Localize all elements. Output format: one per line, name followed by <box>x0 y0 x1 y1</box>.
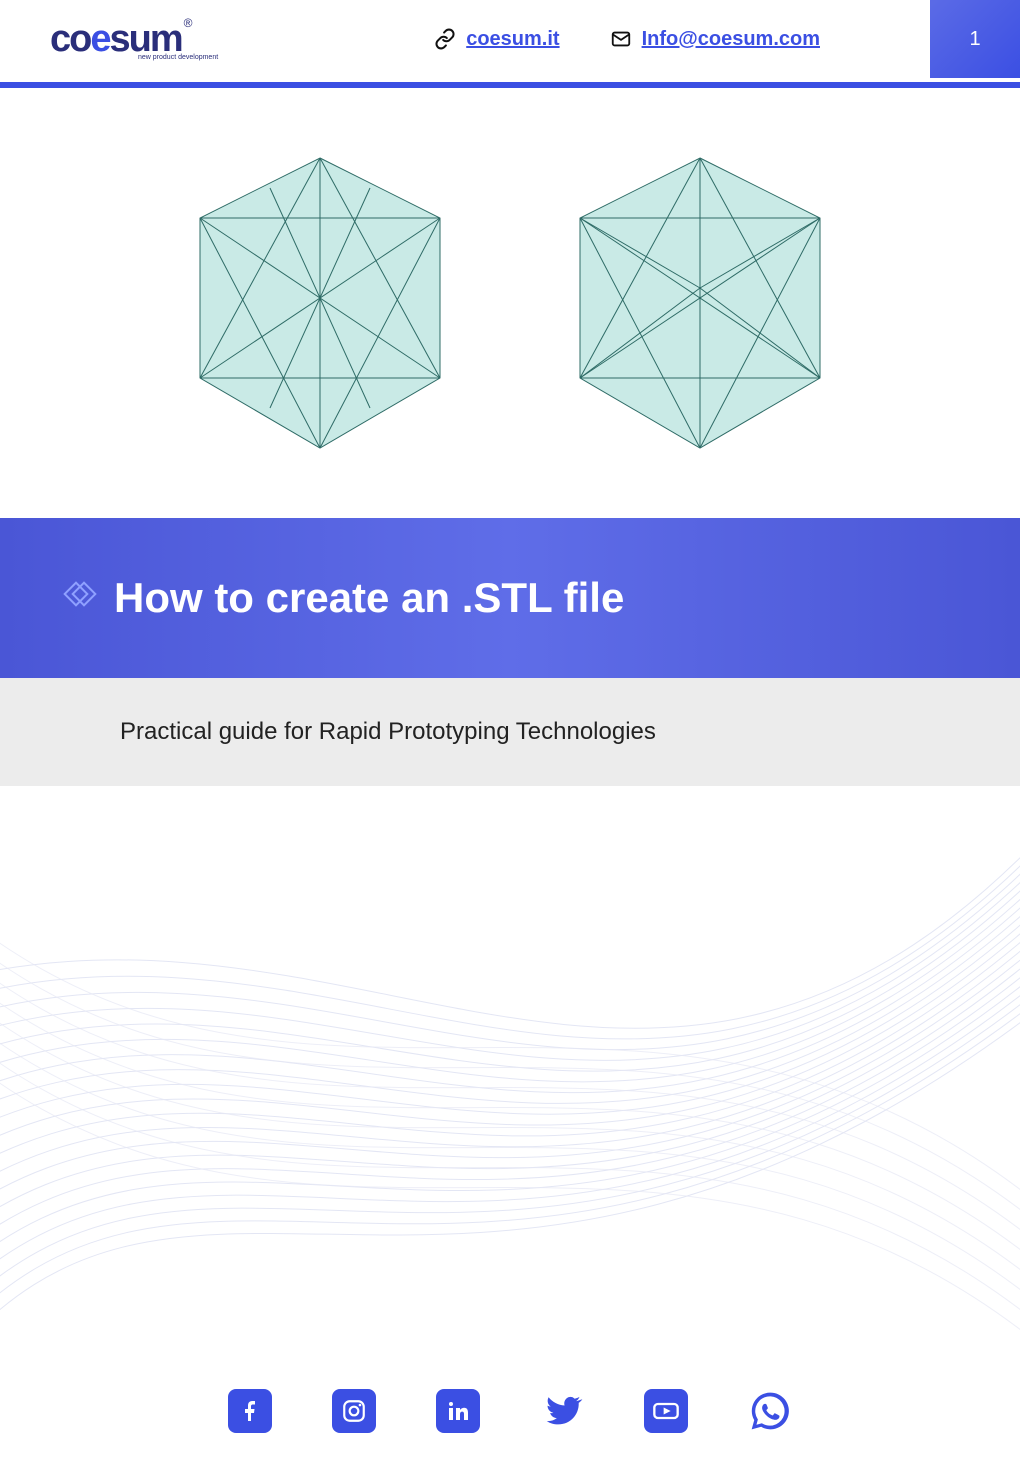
header-divider <box>0 82 1020 88</box>
subtitle-band: Practical guide for Rapid Prototyping Te… <box>0 678 1020 786</box>
brand-name-swirl: e <box>90 18 109 60</box>
mail-icon <box>610 28 632 50</box>
instagram-icon[interactable] <box>332 1389 376 1433</box>
stl-cube-right <box>550 148 850 458</box>
page-title: How to create an .STL file <box>114 574 624 622</box>
page-number: 1 <box>969 28 980 51</box>
diamond-icon <box>60 578 100 618</box>
linkedin-icon[interactable] <box>436 1389 480 1433</box>
twitter-icon[interactable] <box>540 1389 584 1433</box>
whatsapp-icon[interactable] <box>748 1389 792 1433</box>
link-icon <box>434 28 456 50</box>
title-banner: How to create an .STL file <box>0 518 1020 678</box>
wave-background <box>0 760 1020 1473</box>
page-number-badge: 1 <box>930 0 1020 78</box>
brand-name: coesum <box>50 20 182 58</box>
brand-tagline: new product development <box>138 54 218 61</box>
page-subtitle: Practical guide for Rapid Prototyping Te… <box>120 718 656 745</box>
website-link[interactable]: coesum.it <box>434 28 559 51</box>
brand-logo: coesum ® new product development <box>50 20 190 58</box>
facebook-icon[interactable] <box>228 1389 272 1433</box>
stl-cube-left <box>170 148 470 458</box>
hero-illustration <box>0 148 1020 458</box>
header-links: coesum.it Info@coesum.com 1 <box>434 0 1020 78</box>
registered-mark: ® <box>184 16 193 30</box>
website-link-text: coesum.it <box>466 28 559 51</box>
social-bar <box>0 1389 1020 1433</box>
email-link[interactable]: Info@coesum.com <box>610 28 820 51</box>
brand-name-part1: co <box>50 18 90 60</box>
page-header: coesum ® new product development coesum.… <box>0 0 1020 78</box>
youtube-icon[interactable] <box>644 1389 688 1433</box>
email-link-text: Info@coesum.com <box>642 28 820 51</box>
